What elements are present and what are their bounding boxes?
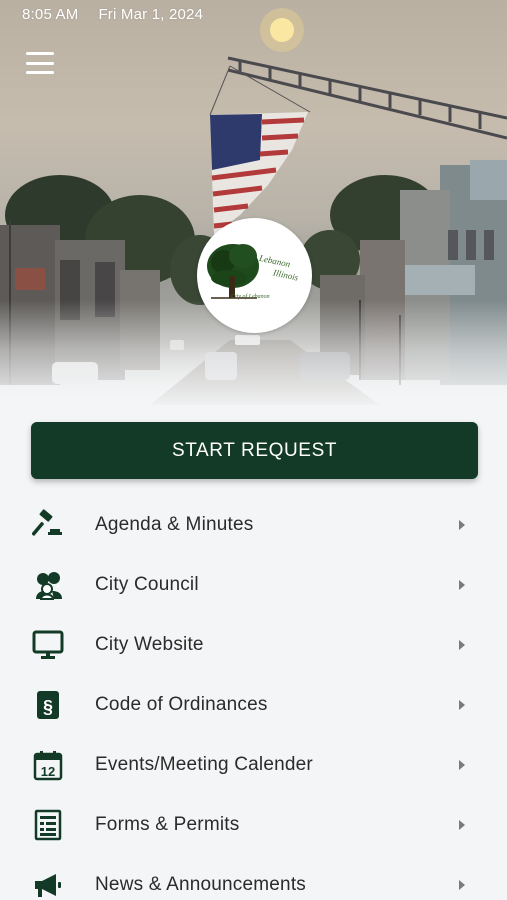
chevron-right-icon <box>459 820 465 830</box>
menu-label: Forms & Permits <box>95 814 240 835</box>
hamburger-line <box>26 61 54 65</box>
menu-item-news-announcements[interactable]: News & Announcements <box>0 855 507 900</box>
hero-banner: 8:05 AM Fri Mar 1, 2024 Lebanon Illinois… <box>0 0 507 405</box>
menu-item-forms-permits[interactable]: Forms & Permits <box>0 795 507 855</box>
megaphone-icon <box>31 868 65 900</box>
menu-item-events-calendar[interactable]: 12 Events/Meeting Calender <box>0 735 507 795</box>
chevron-right-icon <box>459 640 465 650</box>
menu-label: City Council <box>95 574 199 595</box>
status-date: Fri Mar 1, 2024 <box>98 6 204 23</box>
chevron-right-icon <box>459 760 465 770</box>
menu-label: Agenda & Minutes <box>95 514 254 535</box>
menu-label: City Website <box>95 634 204 655</box>
menu-item-city-council[interactable]: City Council <box>0 555 507 615</box>
hamburger-line <box>26 52 54 55</box>
logo-text-caption: City of Lebanon <box>231 294 270 300</box>
chevron-right-icon <box>459 520 465 530</box>
menu-item-city-website[interactable]: City Website <box>0 615 507 675</box>
menu-label: News & Announcements <box>95 874 307 895</box>
people-group-icon <box>31 568 65 602</box>
calendar-icon: 12 <box>31 748 65 782</box>
menu-item-agenda-minutes[interactable]: Agenda & Minutes <box>0 495 507 555</box>
chevron-right-icon <box>459 700 465 710</box>
menu-list: Agenda & Minutes City Council City Websi… <box>0 495 507 900</box>
chevron-right-icon <box>459 880 465 890</box>
status-time: 8:05 AM <box>22 6 79 23</box>
menu-label: Events/Meeting Calender <box>95 754 313 775</box>
gavel-icon <box>31 508 65 542</box>
status-bar: 8:05 AM Fri Mar 1, 2024 <box>22 6 203 23</box>
svg-text:12: 12 <box>41 764 55 779</box>
menu-label: Code of Ordinances <box>95 694 268 715</box>
start-request-button[interactable]: START REQUEST <box>31 422 478 479</box>
menu-item-code-of-ordinances[interactable]: § Code of Ordinances <box>0 675 507 735</box>
section-book-icon: § <box>31 688 65 722</box>
city-logo: Lebanon Illinois City of Lebanon <box>197 218 312 333</box>
chevron-right-icon <box>459 580 465 590</box>
svg-text:§: § <box>43 697 53 717</box>
hamburger-line <box>26 71 54 74</box>
form-list-icon <box>31 808 65 842</box>
hamburger-menu-icon[interactable] <box>26 52 54 74</box>
monitor-icon <box>31 628 65 662</box>
